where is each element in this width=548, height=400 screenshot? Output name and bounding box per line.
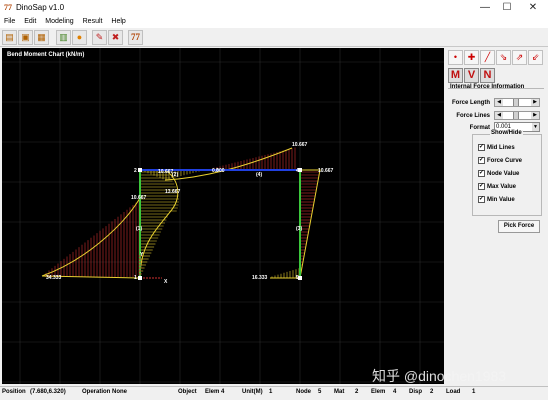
- object-label: Object: [178, 389, 197, 395]
- node-label-4: 4: [296, 168, 299, 174]
- menu-edit[interactable]: Edit: [24, 16, 36, 28]
- shear-button[interactable]: V: [464, 68, 479, 83]
- load-label: Load: [446, 389, 461, 395]
- chevron-down-icon[interactable]: ▼: [532, 123, 539, 131]
- force-length-label: Force Length: [451, 100, 490, 106]
- menu-help[interactable]: Help: [111, 16, 125, 28]
- watermark: 知乎 @dinochen1983: [372, 368, 507, 384]
- pick-force-button[interactable]: Pick Force: [498, 220, 540, 233]
- moment-button[interactable]: M: [448, 68, 463, 83]
- elem-label: Elem: [205, 389, 220, 395]
- chart-title: Bend Moment Chart (kN/m): [7, 52, 85, 58]
- group-title: Internal Force Information: [450, 84, 525, 90]
- x-axis-label: X: [164, 279, 168, 285]
- line-tool-icon[interactable]: ╱: [480, 50, 495, 65]
- main-toolbar: ▤ ▣ ▦ ▥ ● ✎ ✖ 77: [0, 28, 548, 47]
- node-label-5: 5: [296, 275, 299, 281]
- value-label-34333: 34.333: [46, 275, 62, 281]
- menu-modeling[interactable]: Modeling: [45, 16, 73, 28]
- drawing-canvas[interactable]: 2 1 4 5 3 (1) (2) (3) (4) 10.667 10.667 …: [2, 48, 444, 384]
- mat-label: Mat: [334, 389, 345, 395]
- logo-icon[interactable]: 77: [128, 30, 143, 45]
- save-icon[interactable]: ▣: [18, 30, 33, 45]
- force-lines-slider[interactable]: ◀ ▶: [494, 111, 540, 120]
- point-tool-icon[interactable]: •: [448, 50, 463, 65]
- element-icon[interactable]: ●: [72, 30, 87, 45]
- node-2-marker[interactable]: [138, 168, 142, 172]
- slider-thumb[interactable]: [513, 112, 519, 119]
- axial-button[interactable]: N: [480, 68, 495, 83]
- show-hide-group: Show/Hide ✓ Mid Lines ✓ Force Curve ✓ Node …: [472, 130, 542, 216]
- support-icon[interactable]: ⇘: [496, 50, 511, 65]
- zoom-icon[interactable]: ✎: [92, 30, 107, 45]
- position-value: (7.680,6.320): [30, 389, 66, 395]
- slider-right-arrow-icon[interactable]: ▶: [531, 112, 539, 119]
- element-label-3: (3): [296, 226, 302, 232]
- delete-icon[interactable]: ✖: [108, 30, 123, 45]
- value-label-beam-left: 10.667: [158, 169, 174, 175]
- disp-value: 2: [430, 389, 434, 395]
- unit-label: Unit(M): [242, 389, 263, 395]
- force-lines-label: Force Lines: [456, 113, 490, 119]
- slider-left-arrow-icon[interactable]: ◀: [495, 112, 503, 119]
- checkbox-max-value[interactable]: ✓ Max Value: [478, 183, 516, 190]
- internal-force-panel: • ✚ ╱ ⇘ ⇗ ⇙ M V N Internal Force Informa…: [446, 48, 546, 384]
- mat-value: 2: [355, 389, 359, 395]
- checkbox-force-curve[interactable]: ✓ Force Curve: [478, 157, 522, 164]
- elem-count-label: Elem: [371, 389, 386, 395]
- slider-right-arrow-icon[interactable]: ▶: [531, 99, 539, 106]
- value-label-top: 10.667: [292, 142, 308, 148]
- close-button[interactable]: ✕: [518, 1, 548, 15]
- menu-file[interactable]: File: [4, 16, 15, 28]
- show-hide-title: Show/Hide: [490, 130, 523, 136]
- operation-label: Operation: [82, 389, 111, 395]
- node-icon[interactable]: ▥: [56, 30, 71, 45]
- value-label-zero: 0.000: [212, 168, 225, 174]
- status-bar: Position (7.680,6.320) Operation None Ob…: [0, 386, 548, 400]
- value-label-16333: 16.333: [252, 275, 268, 281]
- node-1-marker[interactable]: [138, 276, 142, 280]
- load-value: 1: [472, 389, 476, 395]
- element-label-1: (1): [136, 226, 142, 232]
- node-label-2: 2: [134, 168, 137, 174]
- element-label-4: (4): [256, 172, 262, 178]
- menu-result[interactable]: Result: [83, 16, 103, 28]
- group-divider: [448, 88, 544, 89]
- slider-left-arrow-icon[interactable]: ◀: [495, 99, 503, 106]
- force-length-slider[interactable]: ◀ ▶: [494, 98, 540, 107]
- checkbox-mid-lines[interactable]: ✓ Mid Lines: [478, 144, 515, 151]
- node-label-1: 1: [134, 275, 137, 281]
- grid: [2, 48, 444, 384]
- node-value: 5: [318, 389, 322, 395]
- bending-moment-diagram: 2 1 4 5 3 (1) (2) (3) (4) 10.667 10.667 …: [2, 48, 444, 384]
- checkbox-node-value[interactable]: ✓ Node Value: [478, 170, 519, 177]
- slider-thumb[interactable]: [513, 99, 519, 106]
- position-label: Position: [2, 389, 26, 395]
- elem-count-value: 4: [393, 389, 397, 395]
- node-add-icon[interactable]: ✚: [464, 50, 479, 65]
- window-title: DinoSap v1.0: [16, 3, 65, 12]
- value-label-column-left: 10.667: [131, 195, 147, 201]
- load-icon[interactable]: ⇗: [512, 50, 527, 65]
- node-label: Node: [296, 389, 311, 395]
- open-icon[interactable]: ▤: [2, 30, 17, 45]
- checkbox-min-value[interactable]: ✓ Min Value: [478, 196, 515, 203]
- value-label-right: 10.667: [318, 168, 334, 174]
- print-icon[interactable]: ▦: [34, 30, 49, 45]
- elem-value: 4: [221, 389, 225, 395]
- menu-bar: File Edit Modeling Result Help: [0, 16, 548, 28]
- value-label-13667: 13.667: [165, 189, 181, 195]
- title-bar: 77 DinoSap v1.0 — ☐ ✕: [0, 0, 548, 16]
- format-label: Format: [469, 125, 490, 131]
- disp-label: Disp: [409, 389, 423, 395]
- release-icon[interactable]: ⇙: [528, 50, 543, 65]
- app-icon: 77: [4, 3, 12, 12]
- operation-value: None: [112, 389, 127, 395]
- unit-value: 1: [269, 389, 273, 395]
